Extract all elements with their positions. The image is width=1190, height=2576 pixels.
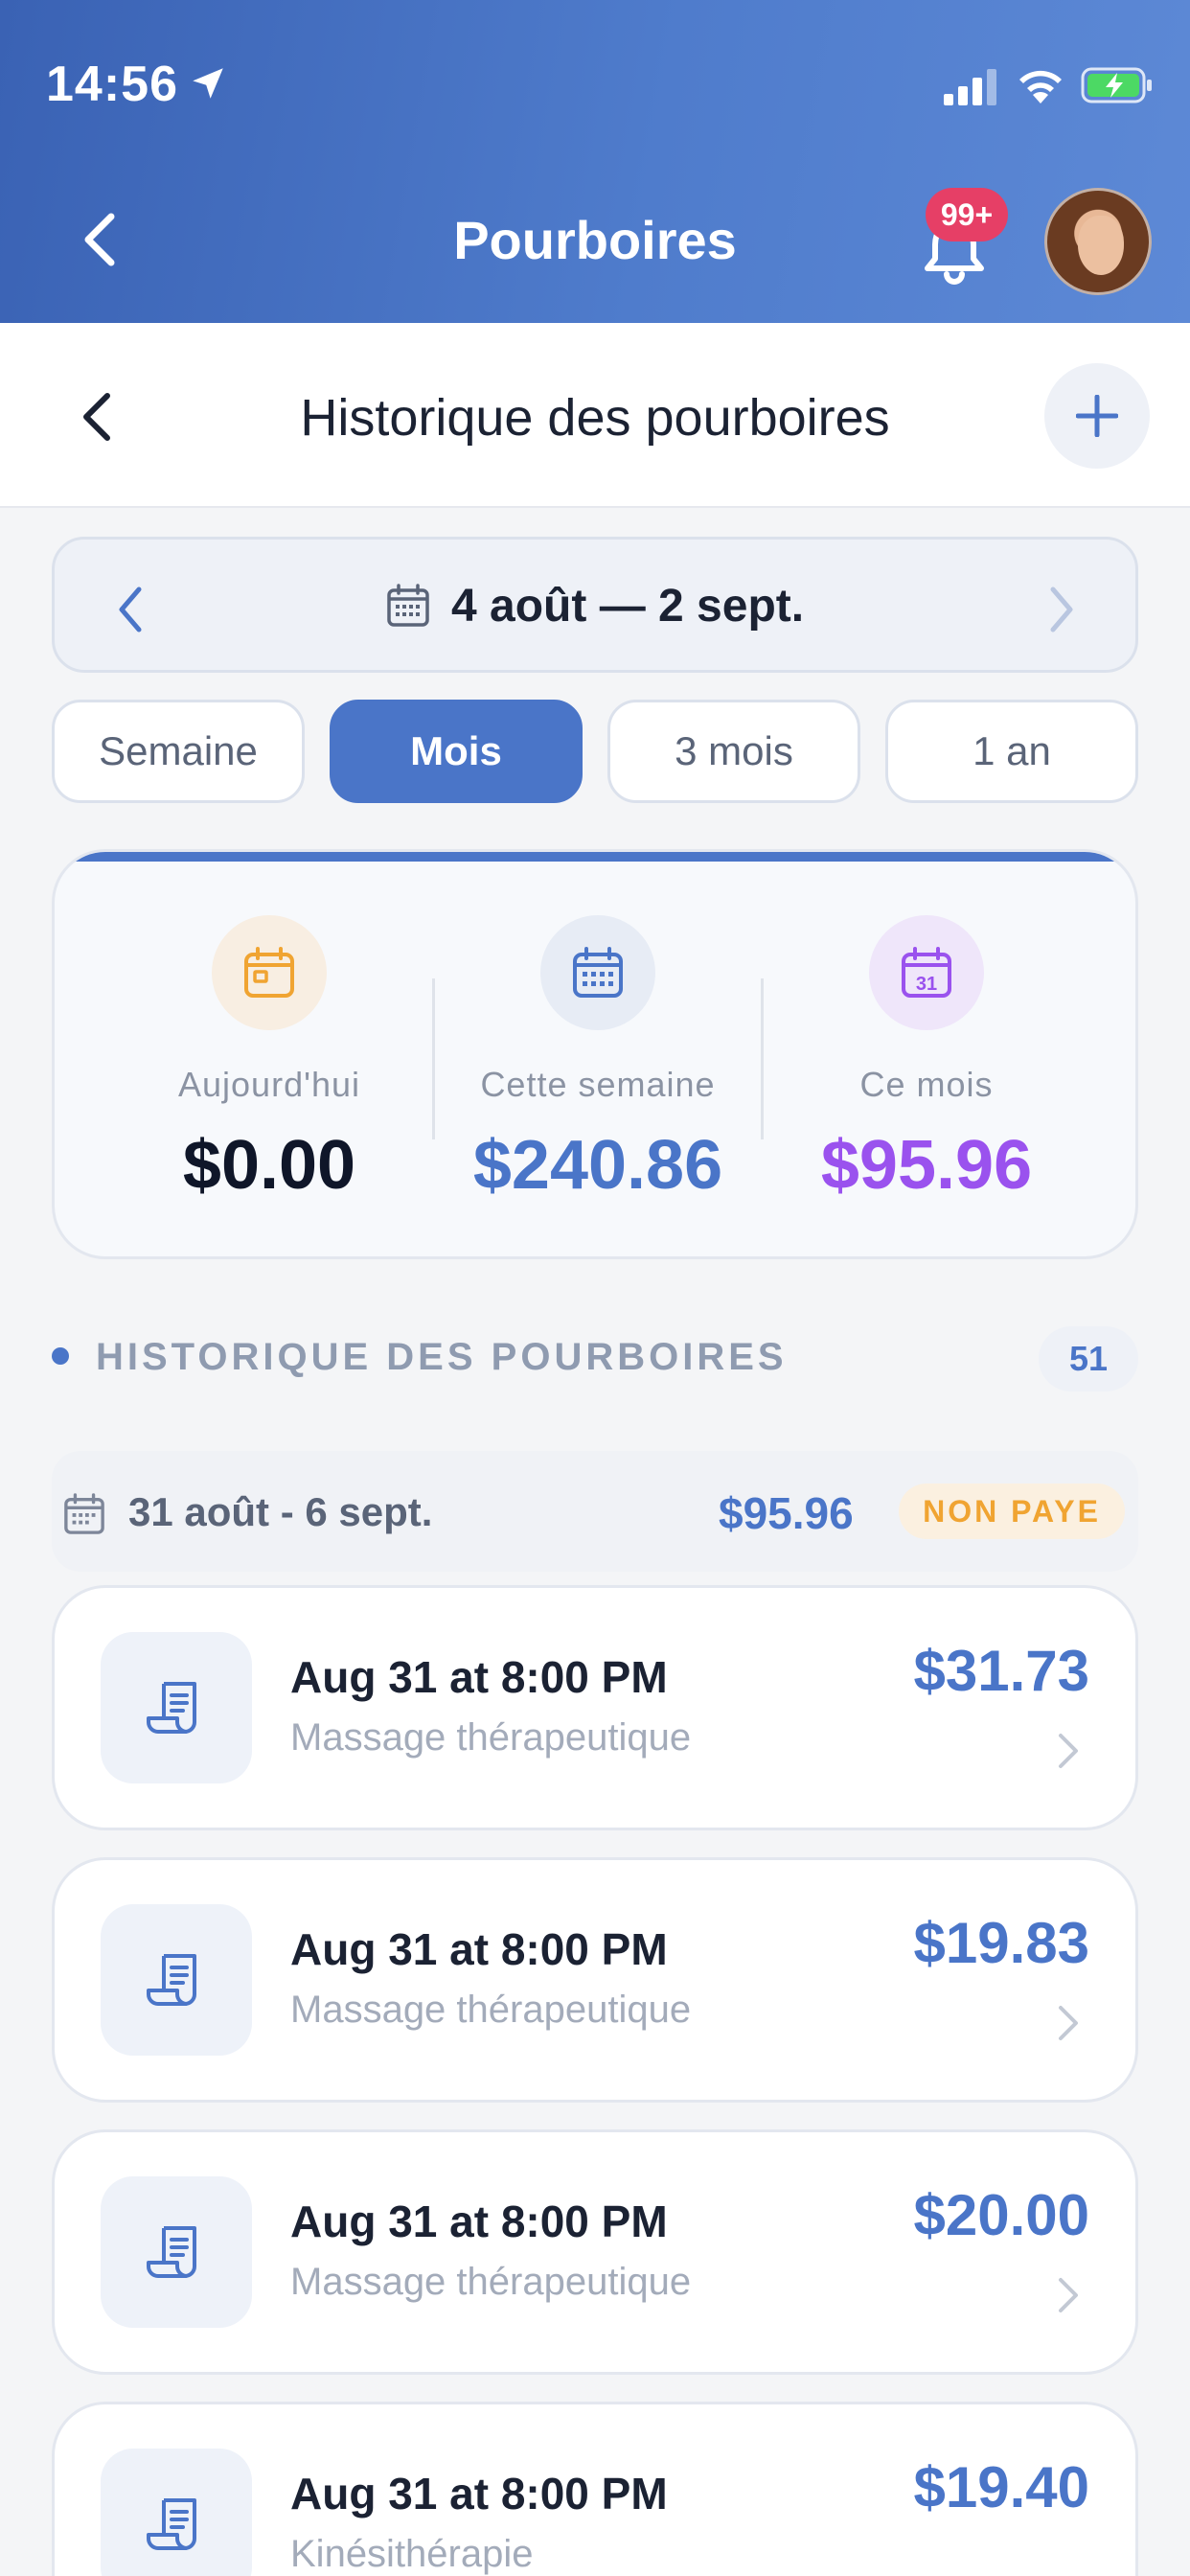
list-item[interactable]: Aug 31 at 8:00 PM Massage thérapeutique …: [52, 1857, 1138, 2103]
stat-today-label: Aujourd'hui: [178, 1065, 360, 1104]
receipt-icon: [101, 2176, 252, 2328]
tip-service: Kinésithérapie: [290, 2533, 534, 2575]
stat-week-label: Cette semaine: [480, 1065, 716, 1104]
section-bullet: [52, 1347, 69, 1365]
week-group-label: 31 août - 6 sept.: [128, 1489, 433, 1534]
history-count-badge: 51: [1039, 1326, 1138, 1392]
list-item[interactable]: Aug 31 at 8:00 PM Massage thérapeutique …: [52, 2129, 1138, 2375]
calendar-today-icon: [212, 915, 327, 1030]
tip-amount: $20.00: [913, 2183, 1089, 2247]
tip-datetime: Aug 31 at 8:00 PM: [290, 2469, 668, 2518]
date-range-label: 4 août — 2 sept.: [451, 581, 805, 632]
tip-datetime: Aug 31 at 8:00 PM: [290, 1652, 668, 1702]
notification-badge: 99+: [926, 188, 1008, 242]
week-group-total: $95.96: [719, 1488, 854, 1538]
tab-week[interactable]: Semaine: [52, 700, 305, 803]
tip-service: Massage thérapeutique: [290, 2261, 692, 2303]
tab-month[interactable]: Mois: [330, 700, 583, 803]
tip-amount: $31.73: [913, 1639, 1089, 1703]
stat-today: Aujourd'hui $0.00: [106, 915, 432, 1205]
week-group-header[interactable]: 31 août - 6 sept. $95.96 NON PAYE: [52, 1451, 1138, 1572]
receipt-icon: [101, 1904, 252, 2056]
tab-1-year[interactable]: 1 an: [885, 700, 1138, 803]
date-range-selector: 4 août — 2 sept.: [52, 537, 1138, 673]
tip-amount: $19.40: [913, 2455, 1089, 2519]
tip-service: Massage thérapeutique: [290, 1716, 692, 1759]
stat-week: Cette semaine $240.86: [435, 915, 761, 1205]
subheader: Historique des pourboires: [0, 323, 1190, 508]
tips-summary-card: Aujourd'hui $0.00 Cette semaine $240.86 …: [52, 849, 1138, 1259]
stat-week-value: $240.86: [472, 1127, 723, 1204]
plus-icon: [1076, 395, 1118, 437]
add-tip-button[interactable]: [1044, 363, 1150, 469]
chevron-right-icon: [1059, 2006, 1078, 2040]
battery-charging-icon: [1081, 67, 1152, 104]
list-item[interactable]: Aug 31 at 8:00 PM Massage thérapeutique …: [52, 1585, 1138, 1830]
stat-today-value: $0.00: [182, 1127, 356, 1204]
next-period-button[interactable]: [1045, 586, 1078, 633]
tip-service: Massage thérapeutique: [290, 1989, 692, 2031]
chevron-right-icon: [1059, 2278, 1078, 2312]
calendar-icon: [64, 1493, 104, 1534]
cellular-signal-icon: [944, 69, 996, 105]
list-item[interactable]: Aug 31 at 8:00 PM Kinésithérapie $19.40: [52, 2402, 1138, 2576]
tip-datetime: Aug 31 at 8:00 PM: [290, 2196, 668, 2246]
page-title: Pourboires: [453, 210, 737, 270]
stat-month-value: $95.96: [820, 1127, 1033, 1204]
stat-month: 31 Ce mois $95.96: [764, 915, 1089, 1205]
receipt-icon: [101, 2449, 252, 2576]
stat-month-label: Ce mois: [859, 1065, 994, 1104]
summary-accent-bar: [55, 852, 1135, 862]
tip-datetime: Aug 31 at 8:00 PM: [290, 1924, 668, 1974]
history-section-title: HISTORIQUE DES POURBOIRES: [96, 1336, 788, 1378]
tip-amount: $19.83: [913, 1911, 1089, 1975]
tab-3-months[interactable]: 3 mois: [607, 700, 860, 803]
calendar-week-icon: [540, 915, 655, 1030]
calendar-month-icon: 31: [869, 915, 984, 1030]
status-badge: NON PAYE: [899, 1484, 1125, 1539]
wifi-icon: [1019, 70, 1062, 104]
section-title: Historique des pourboires: [300, 389, 890, 447]
receipt-icon: [101, 1632, 252, 1783]
status-time: 14:56: [46, 57, 178, 112]
calendar-day-number: 31: [916, 974, 937, 995]
avatar[interactable]: [1044, 188, 1152, 295]
chevron-right-icon: [1059, 1734, 1078, 1768]
previous-period-button[interactable]: [114, 586, 147, 633]
calendar-icon: [387, 584, 429, 627]
app-header: 14:56 Pourboires 99+: [0, 0, 1190, 323]
location-arrow-icon: [193, 68, 223, 99]
